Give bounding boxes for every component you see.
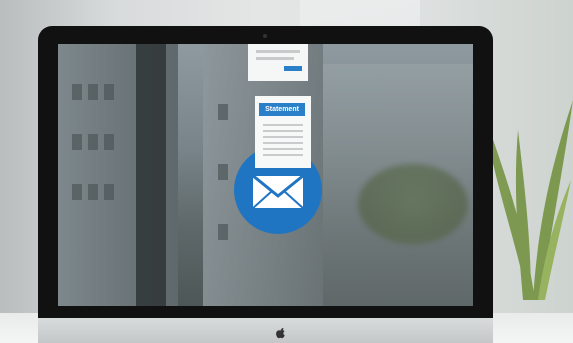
building-window (72, 134, 82, 150)
building-window (104, 84, 114, 100)
building-window (72, 84, 82, 100)
building-window (218, 224, 228, 240)
statement-line (263, 130, 303, 132)
statement-line (263, 136, 303, 138)
statement-line (263, 154, 303, 156)
imac-monitor: Statement (38, 26, 493, 343)
building-window (218, 164, 228, 180)
statement-line (263, 148, 303, 150)
doc-line (256, 50, 300, 53)
building-window (104, 134, 114, 150)
statement-line (263, 142, 303, 144)
building-window (88, 134, 98, 150)
document-icon (248, 44, 308, 81)
building-window (72, 184, 82, 200)
window-pillar (136, 44, 166, 306)
screen: Statement (58, 44, 473, 306)
building-window (104, 184, 114, 200)
statement-tag: Statement (259, 103, 305, 116)
building-window (88, 184, 98, 200)
statement-line (263, 124, 303, 126)
statement-card: Statement (255, 96, 311, 168)
camera (263, 34, 267, 38)
building-window (88, 84, 98, 100)
tree (358, 164, 468, 244)
doc-line (256, 57, 294, 60)
envelope-icon (251, 174, 305, 210)
building-window (218, 104, 228, 120)
apple-logo-icon (276, 327, 285, 339)
plant (483, 100, 573, 300)
doc-button (284, 66, 302, 71)
monitor-chin (38, 318, 493, 343)
